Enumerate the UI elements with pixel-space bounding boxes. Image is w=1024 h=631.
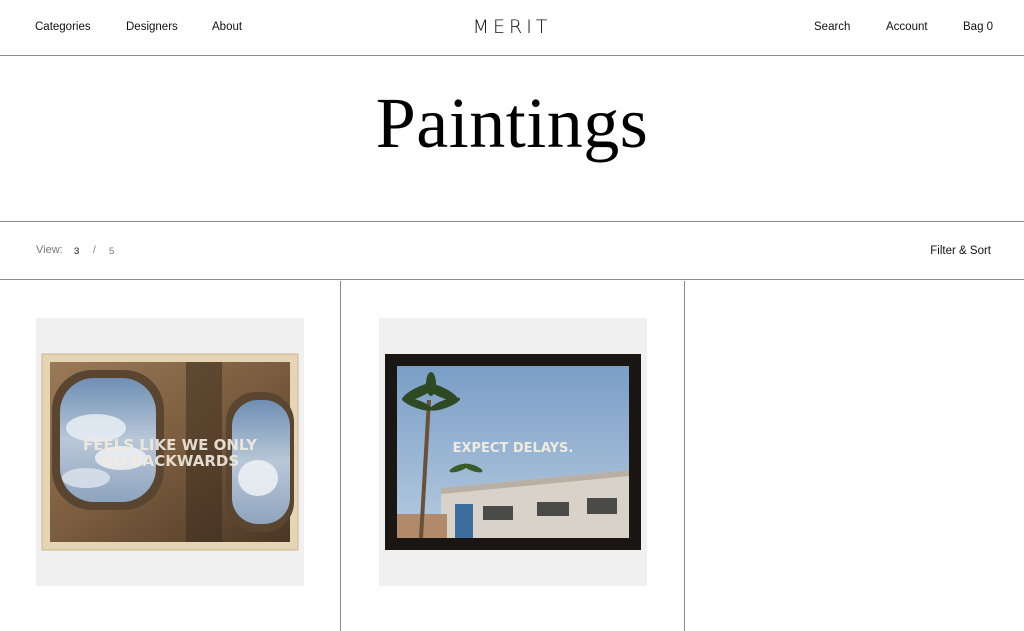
site-header: Categories Designers About MERIT Search …	[0, 0, 1024, 56]
product-card[interactable]: EXPECT DELAYS.	[342, 281, 685, 631]
account-link[interactable]: Account	[886, 21, 928, 33]
product-image[interactable]: EXPECT DELAYS.	[379, 318, 647, 586]
search-link[interactable]: Search	[814, 21, 850, 33]
product-grid: FEELS LIKE WE ONLY GO BACKWARDS EXPECT D…	[0, 281, 1024, 631]
product-image[interactable]: FEELS LIKE WE ONLY GO BACKWARDS	[36, 318, 304, 586]
view-label: View:	[36, 244, 63, 256]
nav-about-link[interactable]: About	[212, 21, 242, 33]
product-card[interactable]: FEELS LIKE WE ONLY GO BACKWARDS	[0, 281, 341, 631]
site-logo[interactable]: MERIT	[473, 16, 552, 38]
painting-airplane-windows: FEELS LIKE WE ONLY GO BACKWARDS	[41, 353, 299, 551]
empty-grid-cell	[686, 281, 1024, 631]
view-option-5[interactable]: 5	[109, 246, 114, 257]
page-title: Paintings	[375, 83, 649, 163]
nav-designers-link[interactable]: Designers	[126, 21, 178, 33]
bag-link[interactable]: Bag 0	[963, 21, 993, 33]
nav-categories-link[interactable]: Categories	[35, 21, 91, 33]
painting-text-line-2: GO BACKWARDS	[101, 452, 239, 470]
painting-expect-delays: EXPECT DELAYS.	[385, 354, 641, 550]
listing-toolbar: View: 3 / 5 Filter & Sort	[0, 222, 1024, 280]
painting-text-line-1: EXPECT DELAYS.	[453, 441, 574, 456]
view-separator: /	[93, 245, 96, 256]
page-title-section: Paintings	[0, 56, 1024, 222]
filter-sort-button[interactable]: Filter & Sort	[930, 245, 991, 257]
view-option-3[interactable]: 3	[74, 246, 79, 257]
